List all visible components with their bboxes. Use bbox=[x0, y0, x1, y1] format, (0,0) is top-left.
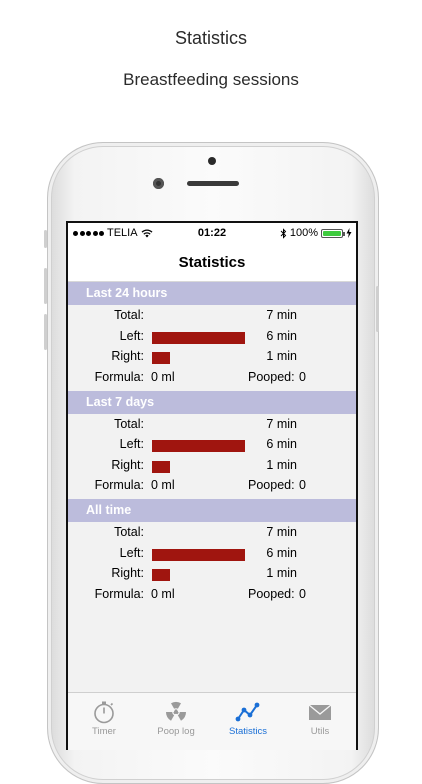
formula-row: Formula: 0 ml Pooped: 0 bbox=[68, 475, 356, 496]
left-value: 6 min bbox=[266, 437, 297, 451]
right-value: 1 min bbox=[266, 566, 297, 580]
stats-section-last-24-hours: Last 24 hours Total: 7 min Left: 6 min R… bbox=[68, 282, 356, 391]
formula-value: 0 ml bbox=[151, 586, 175, 601]
charging-bolt-icon bbox=[346, 228, 352, 238]
left-value: 6 min bbox=[266, 545, 297, 560]
formula-row: Formula: 0 ml Pooped: 0 bbox=[68, 367, 356, 388]
total-label: Total: bbox=[114, 308, 144, 322]
right-row: Right: 1 min bbox=[68, 455, 356, 476]
pooped-value: 0 bbox=[299, 478, 306, 492]
right-label: Right: bbox=[111, 349, 144, 363]
battery-percent: 100% bbox=[289, 227, 318, 239]
left-label: Left: bbox=[119, 545, 144, 560]
tab-label: Statistics bbox=[228, 726, 267, 737]
tab-label: Timer bbox=[92, 726, 116, 737]
formula-label: Formula: bbox=[94, 586, 144, 601]
promo-subtitle: Breastfeeding sessions bbox=[123, 70, 299, 89]
right-duration-bar bbox=[152, 352, 170, 364]
mute-switch bbox=[44, 230, 47, 248]
proximity-sensor bbox=[208, 157, 216, 165]
formula-label: Formula: bbox=[94, 478, 144, 492]
left-label: Left: bbox=[119, 437, 144, 451]
left-duration-bar bbox=[152, 331, 245, 344]
phone-screen: TELIA 01:22 100% Statistics Last 24 hour… bbox=[66, 221, 358, 750]
left-value: 6 min bbox=[266, 328, 297, 343]
total-value: 7 min bbox=[266, 525, 297, 539]
pooped-label: Pooped: bbox=[248, 369, 295, 384]
volume-up-button bbox=[44, 268, 47, 304]
total-label: Total: bbox=[114, 525, 144, 539]
battery-icon bbox=[321, 228, 345, 238]
tab-utils[interactable]: Utils bbox=[284, 693, 356, 750]
section-header: Last 24 hours bbox=[68, 282, 356, 305]
left-row: Left: 6 min bbox=[68, 434, 356, 455]
left-row: Left: 6 min bbox=[68, 326, 356, 347]
formula-value: 0 ml bbox=[151, 369, 175, 384]
statistics-content: Last 24 hours Total: 7 min Left: 6 min R… bbox=[68, 282, 356, 608]
total-value: 7 min bbox=[266, 416, 297, 431]
earpiece-speaker bbox=[187, 181, 239, 186]
stats-section-all-time: All time Total: 7 min Left: 6 min Right:… bbox=[68, 499, 356, 608]
pooped-value: 0 bbox=[299, 369, 306, 384]
right-label: Right: bbox=[111, 457, 144, 472]
power-button bbox=[376, 286, 379, 332]
right-value: 1 min bbox=[266, 457, 297, 472]
total-row: Total: 7 min bbox=[68, 522, 356, 543]
tab-label: Poop log bbox=[157, 726, 195, 737]
status-bar: TELIA 01:22 100% bbox=[68, 223, 356, 243]
total-row: Total: 7 min bbox=[68, 305, 356, 326]
right-row: Right: 1 min bbox=[68, 346, 356, 367]
left-label: Left: bbox=[119, 328, 144, 343]
bluetooth-icon bbox=[280, 227, 287, 239]
tab-poop-log[interactable]: Poop log bbox=[140, 693, 212, 750]
section-header: All time bbox=[68, 499, 356, 522]
stats-section-last-7-days: Last 7 days Total: 7 min Left: 6 min Rig… bbox=[68, 390, 356, 500]
front-camera bbox=[153, 178, 164, 189]
envelope-icon bbox=[308, 704, 332, 720]
section-header: Last 7 days bbox=[68, 390, 356, 414]
page-title: Statistics bbox=[178, 254, 246, 271]
total-label: Total: bbox=[114, 416, 144, 431]
navigation-bar: Statistics bbox=[68, 243, 356, 282]
tab-statistics[interactable]: Statistics bbox=[212, 693, 284, 750]
stopwatch-icon bbox=[94, 701, 114, 724]
tab-timer[interactable]: Timer bbox=[68, 693, 140, 750]
formula-row: Formula: 0 ml Pooped: 0 bbox=[68, 584, 356, 605]
pooped-label: Pooped: bbox=[248, 478, 295, 492]
right-duration-bar bbox=[152, 460, 170, 473]
total-row: Total: 7 min bbox=[68, 414, 356, 435]
volume-down-button bbox=[44, 314, 47, 350]
graph-icon bbox=[235, 702, 260, 722]
right-row: Right: 1 min bbox=[68, 563, 356, 584]
pooped-label: Pooped: bbox=[248, 586, 295, 601]
left-duration-bar bbox=[152, 440, 245, 452]
right-duration-bar bbox=[152, 569, 170, 581]
promo-title: Statistics bbox=[174, 28, 248, 48]
total-value: 7 min bbox=[266, 308, 297, 322]
left-row: Left: 6 min bbox=[68, 543, 356, 564]
radiation-icon bbox=[165, 701, 187, 721]
tab-label: Utils bbox=[310, 726, 330, 737]
right-label: Right: bbox=[111, 566, 144, 580]
left-duration-bar bbox=[152, 548, 245, 561]
right-value: 1 min bbox=[266, 349, 297, 363]
pooped-value: 0 bbox=[299, 586, 306, 601]
formula-value: 0 ml bbox=[151, 478, 175, 492]
formula-label: Formula: bbox=[94, 369, 144, 384]
tab-bar: Timer Poop log Statistics Utils bbox=[68, 692, 356, 750]
